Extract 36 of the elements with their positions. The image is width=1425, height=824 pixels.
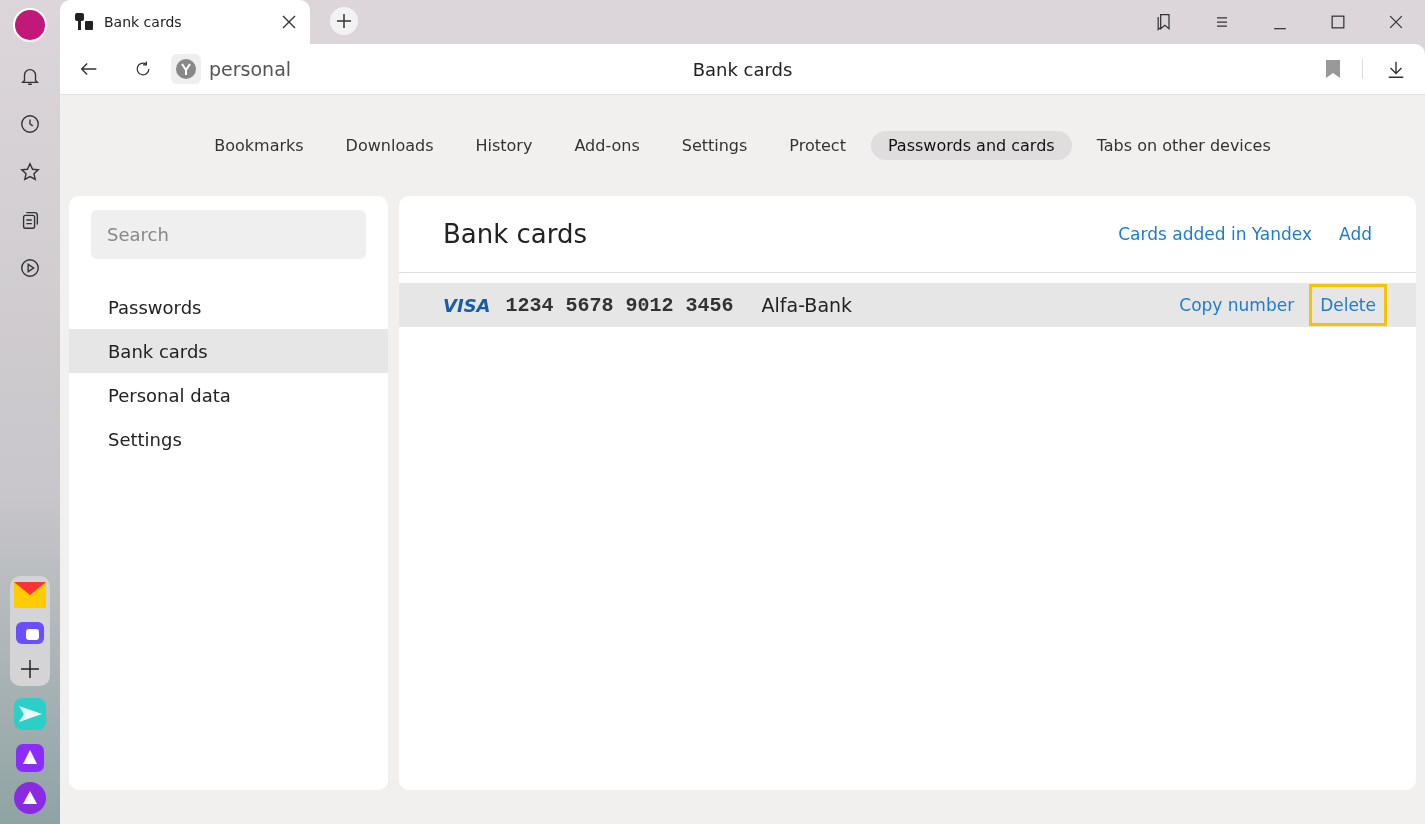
nav-tab[interactable]: Tabs on other devices: [1079, 131, 1288, 160]
nav-tab[interactable]: Passwords and cards: [870, 131, 1072, 160]
nav-tab[interactable]: History: [458, 131, 550, 160]
sidebar-item[interactable]: Personal data: [69, 373, 388, 417]
messenger-icon[interactable]: [15, 620, 45, 646]
sidebar-item[interactable]: Passwords: [69, 285, 388, 329]
sidebar-item[interactable]: Bank cards: [69, 329, 388, 373]
nav-tab[interactable]: Add-ons: [557, 131, 657, 160]
nav-tab[interactable]: Bookmarks: [197, 131, 321, 160]
nav-tab[interactable]: Downloads: [328, 131, 451, 160]
plus-icon[interactable]: [19, 658, 41, 680]
browser-tab[interactable]: Bank cards: [60, 0, 310, 44]
nav-tab[interactable]: Protect: [772, 131, 863, 160]
close-icon[interactable]: [282, 15, 296, 29]
search-field[interactable]: Search: [91, 210, 366, 259]
new-tab-button[interactable]: [330, 7, 358, 35]
star-icon[interactable]: [19, 161, 41, 183]
nav-tab[interactable]: Settings: [664, 131, 765, 160]
site-logo-icon: [176, 59, 196, 79]
bank-name: Alfa-Bank: [761, 294, 853, 316]
card-number: 1234 5678 9012 3456: [505, 293, 734, 317]
play-icon[interactable]: [19, 257, 41, 279]
card-brand-logo: VISA: [443, 294, 491, 316]
plus-icon: [336, 13, 352, 29]
bookmark-icon[interactable]: [1326, 60, 1340, 78]
clock-icon[interactable]: [19, 113, 41, 135]
avatar[interactable]: [13, 8, 47, 42]
tab-title: Bank cards: [104, 14, 183, 30]
header-link[interactable]: Add: [1339, 224, 1372, 244]
alice-icon[interactable]: [14, 782, 46, 814]
section-title: Bank cards: [443, 219, 588, 249]
page-title: Bank cards: [692, 58, 793, 80]
header-link[interactable]: Cards added in Yandex: [1118, 224, 1313, 244]
address-text[interactable]: personal: [209, 58, 292, 80]
key-icon: [74, 12, 94, 32]
sidebar-item[interactable]: Settings: [69, 417, 388, 461]
